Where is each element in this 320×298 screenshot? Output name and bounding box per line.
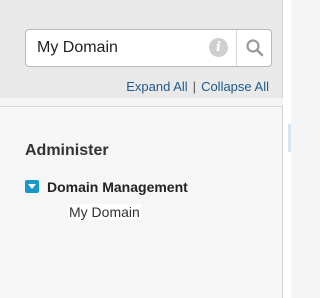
search-icon [246, 39, 264, 57]
search-button[interactable] [237, 30, 271, 66]
tree-leaf-my-domain[interactable]: My Domain [68, 204, 141, 220]
link-separator: | [192, 79, 197, 94]
collapse-all-link[interactable]: Collapse All [201, 79, 269, 94]
tree-node-domain-management[interactable]: Domain Management [47, 179, 188, 195]
section-title: Administer [25, 142, 109, 159]
quick-find-input[interactable] [37, 30, 207, 66]
search-area: i Expand All | Collapse All [0, 0, 283, 98]
content-edge [283, 0, 291, 298]
setup-sidebar: i Expand All | Collapse All Administer Dom… [0, 0, 291, 298]
nav-tree-panel: Administer Domain Management My Domain [0, 106, 283, 298]
info-icon[interactable]: i [209, 38, 228, 57]
quick-find-box: i [25, 29, 272, 67]
expand-all-link[interactable]: Expand All [126, 79, 187, 94]
content-accent [288, 124, 291, 152]
tree-controls: Expand All | Collapse All [126, 79, 269, 94]
collapse-toggle-icon[interactable] [25, 180, 39, 193]
